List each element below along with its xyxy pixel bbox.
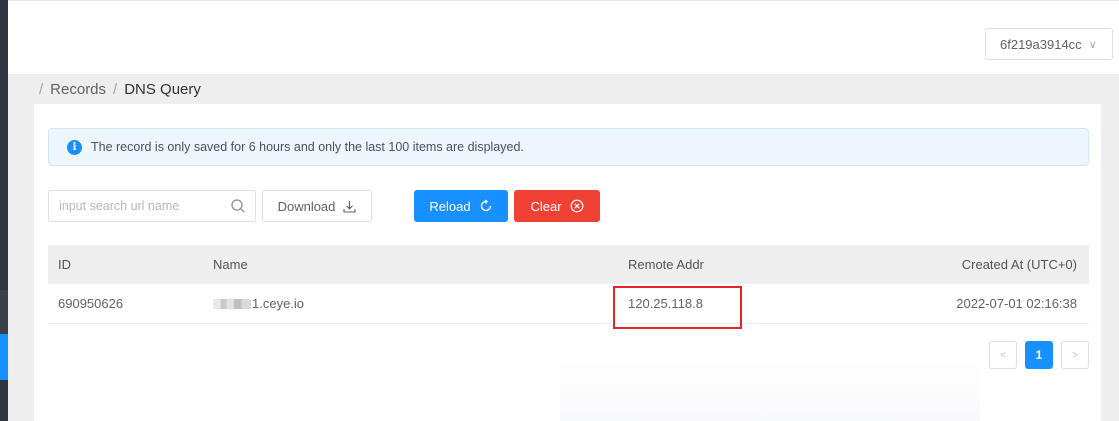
column-header-name: Name <box>213 257 248 272</box>
background-decoration <box>560 360 980 421</box>
account-selector[interactable]: 6f219a3914cc ∨ <box>985 28 1113 60</box>
highlight-annotation-box <box>613 286 742 329</box>
reload-button[interactable]: Reload <box>414 190 508 222</box>
cell-name: 1.ceye.io <box>213 296 304 311</box>
column-header-created-at: Created At (UTC+0) <box>961 257 1077 272</box>
breadcrumb-item-records[interactable]: Records <box>50 81 106 98</box>
chevron-down-icon: ∨ <box>1088 38 1097 51</box>
left-sidebar <box>0 0 8 421</box>
column-header-id: ID <box>58 257 71 272</box>
redacted-blur <box>213 298 251 309</box>
search-field[interactable] <box>48 190 256 222</box>
account-selector-value: 6f219a3914cc <box>1000 36 1082 52</box>
info-icon: i <box>67 139 82 155</box>
cell-id: 690950626 <box>58 296 124 311</box>
reload-button-label: Reload <box>429 198 471 214</box>
search-icon[interactable] <box>230 198 246 214</box>
download-button-label: Download <box>277 198 336 214</box>
download-button[interactable]: Download <box>262 190 372 222</box>
table-header: ID Name Remote Addr Created At (UTC+0) <box>48 245 1089 284</box>
pagination-next-button[interactable]: > <box>1061 341 1089 369</box>
info-alert: i The record is only saved for 6 hours a… <box>48 128 1089 166</box>
column-header-remote-addr: Remote Addr <box>628 257 704 272</box>
reload-icon <box>480 199 491 212</box>
content-gutter-right <box>1101 104 1119 421</box>
content-gutter-left <box>8 104 34 421</box>
sidebar-item[interactable] <box>0 290 8 334</box>
table-row: 690950626 1.ceye.io 120.25.118.8 2022-07… <box>48 284 1089 329</box>
breadcrumb-item-dns-query: DNS Query <box>124 80 201 98</box>
clear-button-label: Clear <box>530 198 562 214</box>
records-table: ID Name Remote Addr Created At (UTC+0) 6… <box>48 245 1089 329</box>
toolbar: Download Reload Clear <box>48 190 1089 222</box>
clear-circle-icon <box>570 199 583 213</box>
clear-button[interactable]: Clear <box>514 190 600 222</box>
pagination: < 1 > <box>989 341 1089 369</box>
download-icon <box>343 200 356 213</box>
search-input[interactable] <box>49 191 219 221</box>
breadcrumb-separator: / <box>113 80 118 98</box>
sidebar-item-active[interactable] <box>0 334 8 380</box>
pagination-page-button[interactable]: 1 <box>1025 341 1053 369</box>
pagination-prev-button[interactable]: < <box>989 341 1017 369</box>
breadcrumb-separator: / <box>39 80 44 98</box>
cell-created-at: 2022-07-01 02:16:38 <box>956 296 1077 311</box>
alert-message: The record is only saved for 6 hours and… <box>91 140 524 154</box>
breadcrumb: / Records / DNS Query <box>8 74 1119 104</box>
cell-name-text: 1.ceye.io <box>252 296 305 311</box>
top-header: 6f219a3914cc ∨ <box>8 0 1119 74</box>
